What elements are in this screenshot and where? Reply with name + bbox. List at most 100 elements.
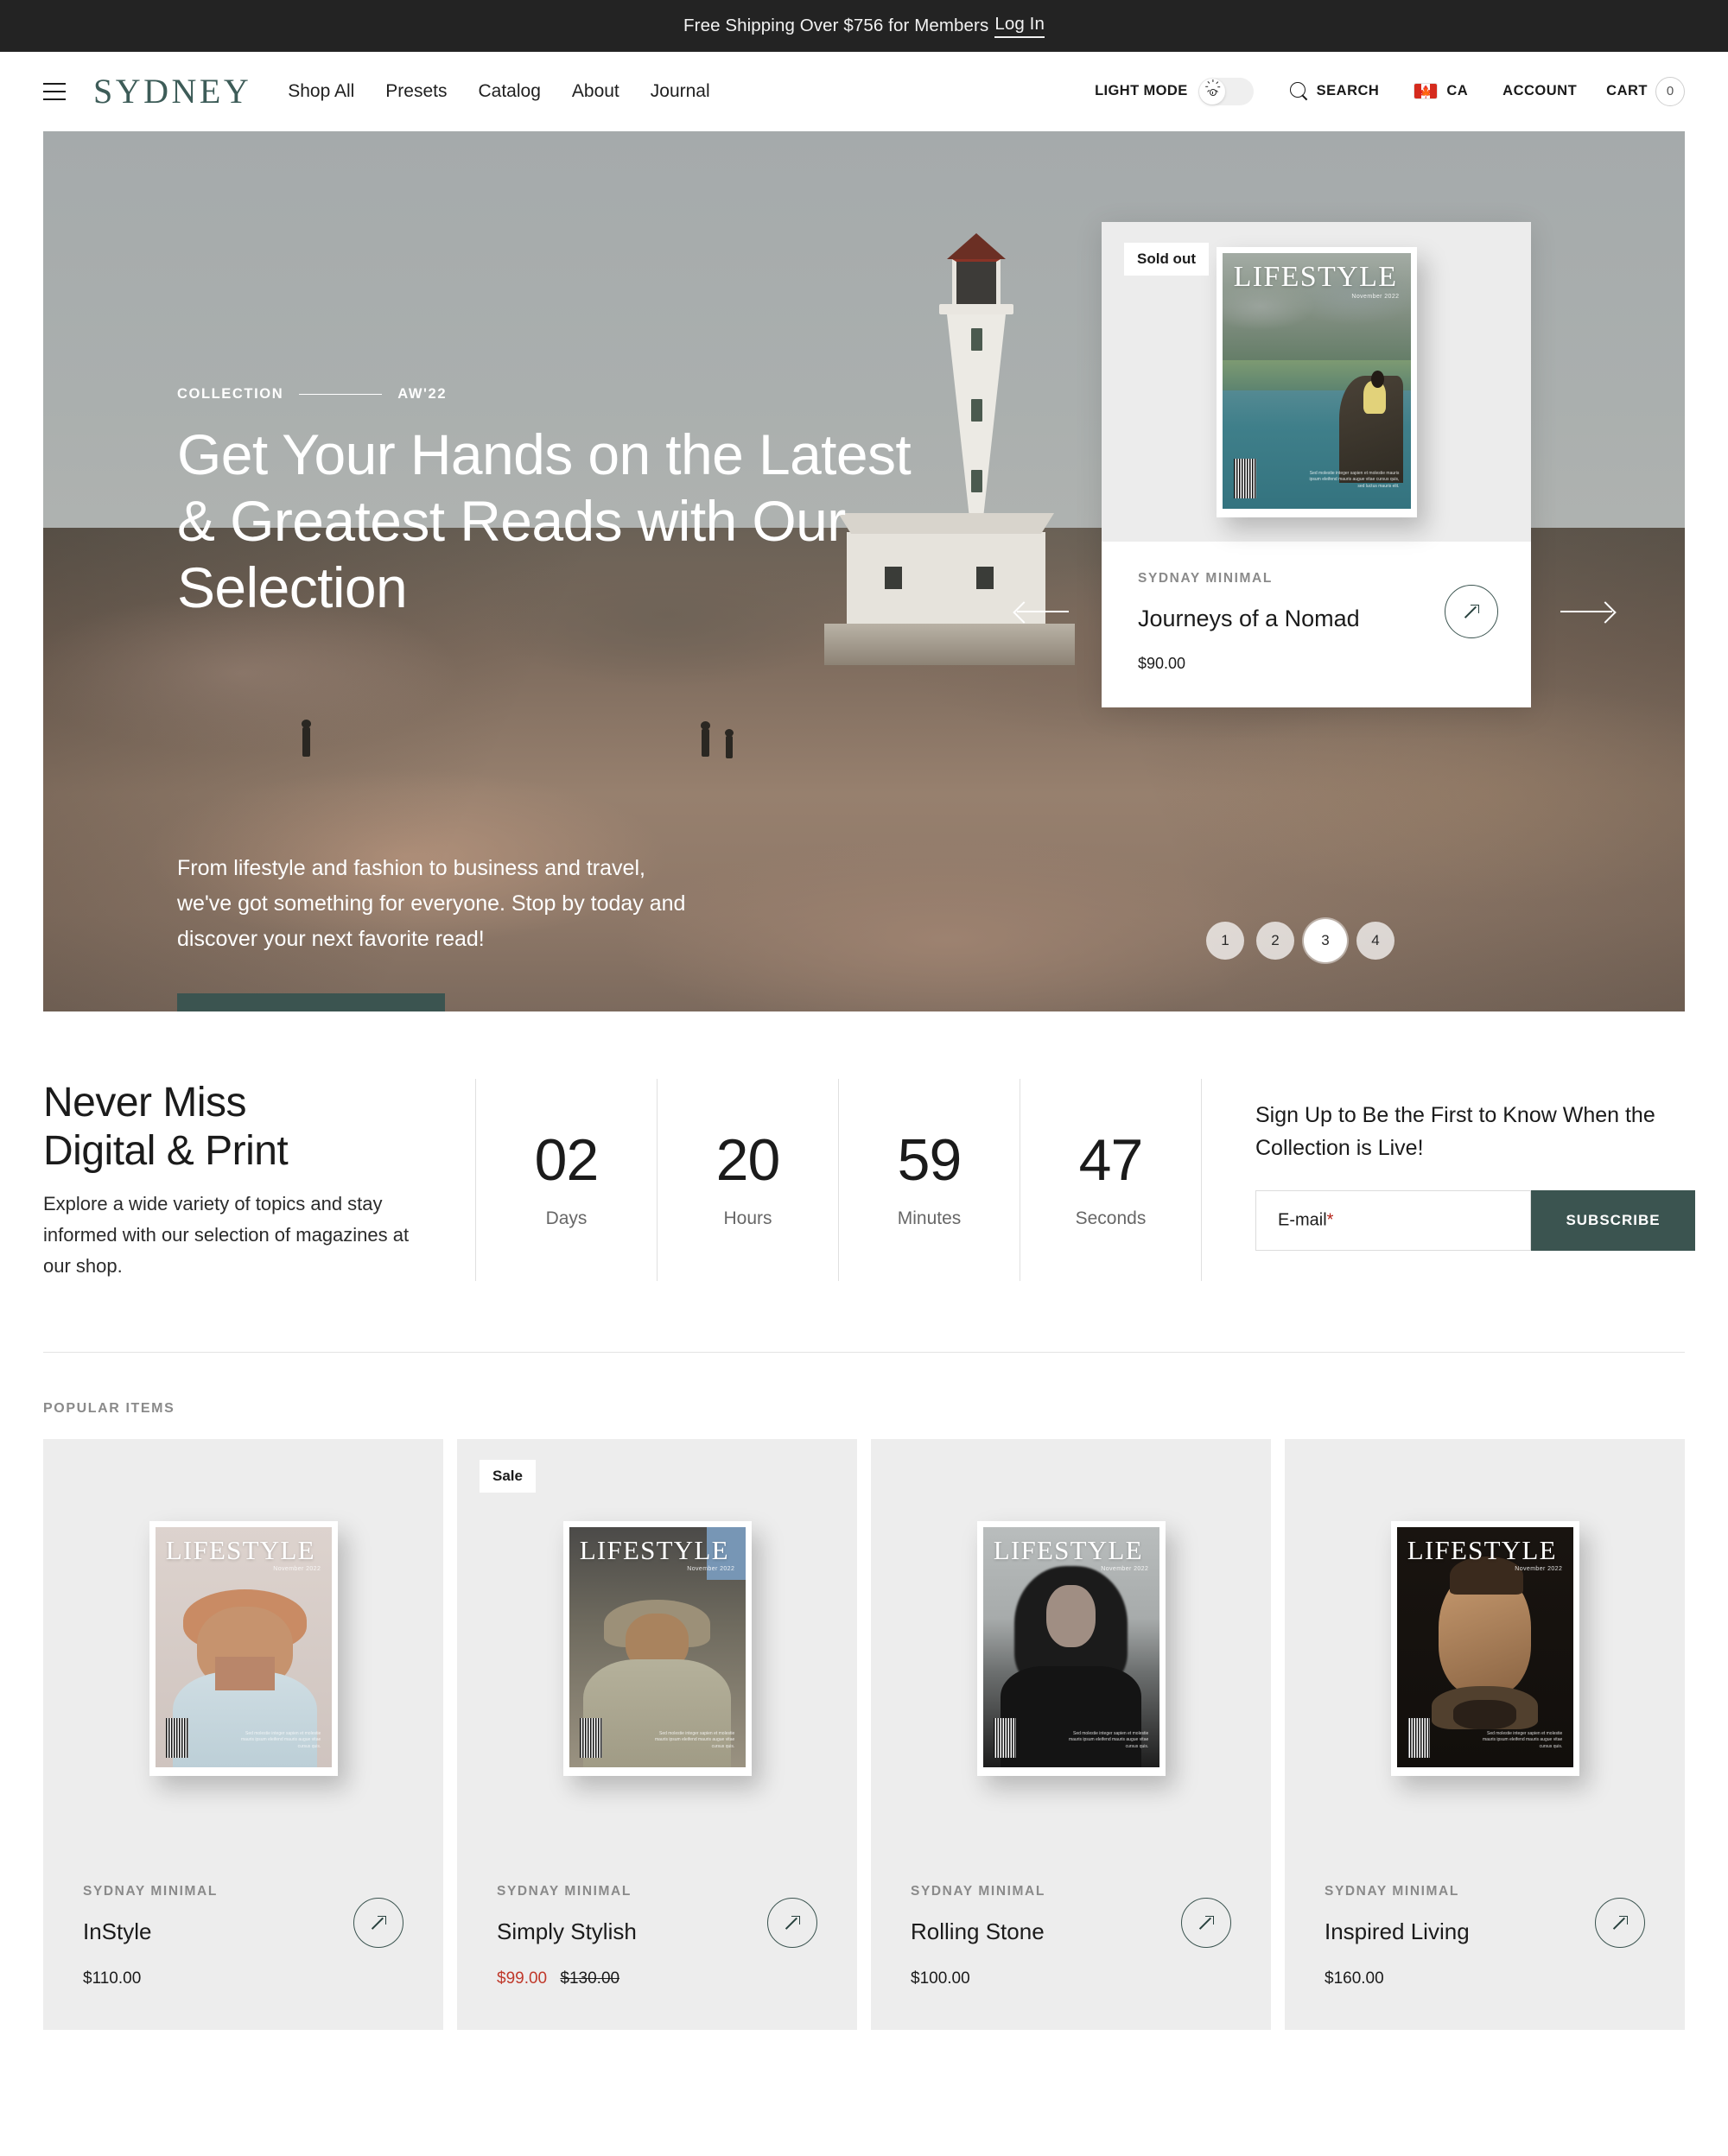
product-meta: SYDNAY MINIMAL Inspired Living $160.00 <box>1285 1858 1685 2030</box>
hero-eyebrow-collection: COLLECTION <box>177 386 284 402</box>
nav-item-about[interactable]: About <box>572 81 619 102</box>
product-meta: SYDNAY MINIMAL InStyle $110.00 <box>43 1858 443 2030</box>
magazine-cover: LIFESTYLE November 2022 Sed molestie int… <box>976 1521 1166 1777</box>
light-mode-toggle[interactable]: LIGHT MODE <box>1095 77 1254 105</box>
countdown-unit-minutes: 59 Minutes <box>838 1079 1020 1282</box>
magazine-cover: LIFESTYLE November 2022 Sed molestie int… <box>562 1521 752 1777</box>
theme-switch[interactable] <box>1198 77 1254 105</box>
product-link-arrow-icon[interactable] <box>767 1898 817 1949</box>
product-card[interactable]: Sale LIFESTYLE November 2022 Sed molesti… <box>457 1439 857 2031</box>
hero-dot-3[interactable]: 3 <box>1306 922 1344 960</box>
product-vendor: SYDNAY MINIMAL <box>911 1884 1045 1899</box>
hamburger-icon[interactable] <box>43 82 66 100</box>
nav-item-shop-all[interactable]: Shop All <box>288 81 354 102</box>
product-vendor: SYDNAY MINIMAL <box>1325 1884 1459 1899</box>
countdown-unit-days: 02 Days <box>475 1079 657 1282</box>
barcode-icon <box>1233 458 1256 498</box>
email-field[interactable] <box>1255 1190 1531 1251</box>
header-utilities: LIGHT MODE SEARCH 🍁 CA ACCOUNT CART 0 <box>1095 76 1685 106</box>
hero-product-image: Sold out LIFESTYLE November 2022 Sed mol… <box>1102 222 1531 542</box>
countdown-heading-line1: Never Miss <box>43 1080 247 1126</box>
cover-title: LIFESTYLE <box>1407 1535 1557 1566</box>
sun-icon <box>1204 79 1220 98</box>
hero-dot-2[interactable]: 2 <box>1256 922 1294 960</box>
popular-items-grid: LIFESTYLE November 2022 Sed molestie int… <box>0 1439 1728 2082</box>
cover-date: November 2022 <box>1101 1565 1149 1572</box>
countdown-minutes-label: Minutes <box>897 1208 962 1229</box>
account-link[interactable]: ACCOUNT <box>1502 83 1577 99</box>
product-card[interactable]: LIFESTYLE November 2022 Sed molestie int… <box>871 1439 1271 2031</box>
hero-eyebrow-season: AW'22 <box>397 386 448 402</box>
nav-item-presets[interactable]: Presets <box>385 81 447 102</box>
product-link-arrow-icon[interactable] <box>1595 1898 1645 1949</box>
cover-blurb: Sed molestie integer sapien et molestie … <box>1068 1730 1149 1750</box>
newsletter-heading: Sign Up to Be the First to Know When the… <box>1255 1103 1655 1160</box>
countdown-days-label: Days <box>545 1208 588 1229</box>
product-image: LIFESTYLE November 2022 Sed molestie int… <box>1285 1439 1685 1858</box>
search-icon <box>1289 81 1309 101</box>
hero-slider: COLLECTION AW'22 Get Your Hands on the L… <box>43 131 1685 1011</box>
product-vendor: SYDNAY MINIMAL <box>1138 571 1273 586</box>
hero-dot-1[interactable]: 1 <box>1206 922 1244 960</box>
cart-count-badge: 0 <box>1655 76 1685 106</box>
hero-next-arrow-icon[interactable] <box>1560 611 1612 612</box>
product-vendor: SYDNAY MINIMAL <box>497 1884 632 1899</box>
countdown-days-value: 02 <box>534 1127 600 1194</box>
announcement-text: Free Shipping Over $756 for Members <box>683 16 989 35</box>
search-label: SEARCH <box>1316 83 1380 98</box>
cover-date: November 2022 <box>273 1565 321 1572</box>
subscribe-button[interactable]: SUBSCRIBE <box>1531 1190 1695 1251</box>
product-link-arrow-icon[interactable] <box>1181 1898 1231 1949</box>
cart-button[interactable]: CART 0 <box>1606 76 1685 106</box>
product-price-value: $110.00 <box>83 1969 142 1988</box>
hero-dot-4[interactable]: 4 <box>1356 922 1394 960</box>
login-link[interactable]: Log In <box>994 14 1045 38</box>
magazine-cover: LIFESTYLE November 2022 Sed molestie int… <box>149 1521 338 1777</box>
view-all-collection-button[interactable]: VIEW ALL COLLECTION <box>177 993 445 1011</box>
brand-logo[interactable]: SYDNEY <box>93 71 251 111</box>
barcode-icon <box>1407 1718 1430 1759</box>
product-link-arrow-icon[interactable] <box>353 1898 403 1949</box>
hero-prev-arrow-icon[interactable] <box>1017 611 1069 612</box>
cover-blurb: Sed molestie integer sapien et molestie … <box>1482 1730 1563 1750</box>
product-compare-price: $130.00 <box>560 1969 620 1988</box>
locale-selector[interactable]: 🍁 CA <box>1414 83 1468 99</box>
newsletter-form: E-mail* SUBSCRIBE <box>1255 1190 1695 1251</box>
barcode-icon <box>579 1718 602 1759</box>
cover-date: November 2022 <box>1515 1565 1563 1572</box>
countdown-minutes-value: 59 <box>897 1127 962 1194</box>
countdown-unit-seconds: 47 Seconds <box>1020 1079 1201 1282</box>
countdown-timer: 02 Days 20 Hours 59 Minutes 47 Seconds <box>475 1079 1201 1282</box>
announcement-bar: Free Shipping Over $756 for Members Log … <box>0 0 1728 52</box>
product-link-arrow-icon[interactable] <box>1445 585 1498 638</box>
magazine-cover: LIFESTYLE November 2022 Sed molestie int… <box>1390 1521 1579 1777</box>
search-button[interactable]: SEARCH <box>1289 81 1380 101</box>
product-price: $100.00 <box>911 1969 1231 1988</box>
hero-pagination: 1 2 3 4 <box>1206 922 1394 960</box>
nav-item-catalog[interactable]: Catalog <box>479 81 541 102</box>
locale-label: CA <box>1446 83 1469 98</box>
hero-product-meta: SYDNAY MINIMAL Journeys of a Nomad $90.0… <box>1102 542 1531 707</box>
countdown-section: Never Miss Digital & Print Explore a wid… <box>0 1011 1728 1316</box>
countdown-intro: Never Miss Digital & Print Explore a wid… <box>43 1079 475 1281</box>
product-meta: SYDNAY MINIMAL Simply Stylish $99.00 $13… <box>457 1858 857 2030</box>
hero-product-card[interactable]: Sold out LIFESTYLE November 2022 Sed mol… <box>1102 222 1531 707</box>
countdown-unit-hours: 20 Hours <box>657 1079 838 1282</box>
product-card[interactable]: LIFESTYLE November 2022 Sed molestie int… <box>43 1439 443 2031</box>
product-image: LIFESTYLE November 2022 Sed molestie int… <box>871 1439 1271 1858</box>
hero-title: Get Your Hands on the Latest & Greatest … <box>177 422 912 620</box>
magazine-cover: LIFESTYLE November 2022 Sed molestie int… <box>1216 246 1417 517</box>
product-price: $90.00 <box>1138 655 1186 672</box>
product-price: $160.00 <box>1325 1969 1645 1988</box>
product-sale-price: $99.00 <box>497 1969 548 1988</box>
cover-title: LIFESTYLE <box>993 1535 1143 1566</box>
cover-date: November 2022 <box>1351 293 1400 300</box>
newsletter-signup: Sign Up to Be the First to Know When the… <box>1201 1079 1695 1282</box>
cover-date: November 2022 <box>687 1565 735 1572</box>
countdown-heading: Never Miss Digital & Print <box>43 1079 441 1175</box>
primary-nav: Shop All Presets Catalog About Journal <box>288 81 709 102</box>
popular-items-label: POPULAR ITEMS <box>43 1401 175 1417</box>
nav-item-journal[interactable]: Journal <box>651 81 710 102</box>
product-card[interactable]: LIFESTYLE November 2022 Sed molestie int… <box>1285 1439 1685 2031</box>
countdown-hours-value: 20 <box>715 1127 781 1194</box>
